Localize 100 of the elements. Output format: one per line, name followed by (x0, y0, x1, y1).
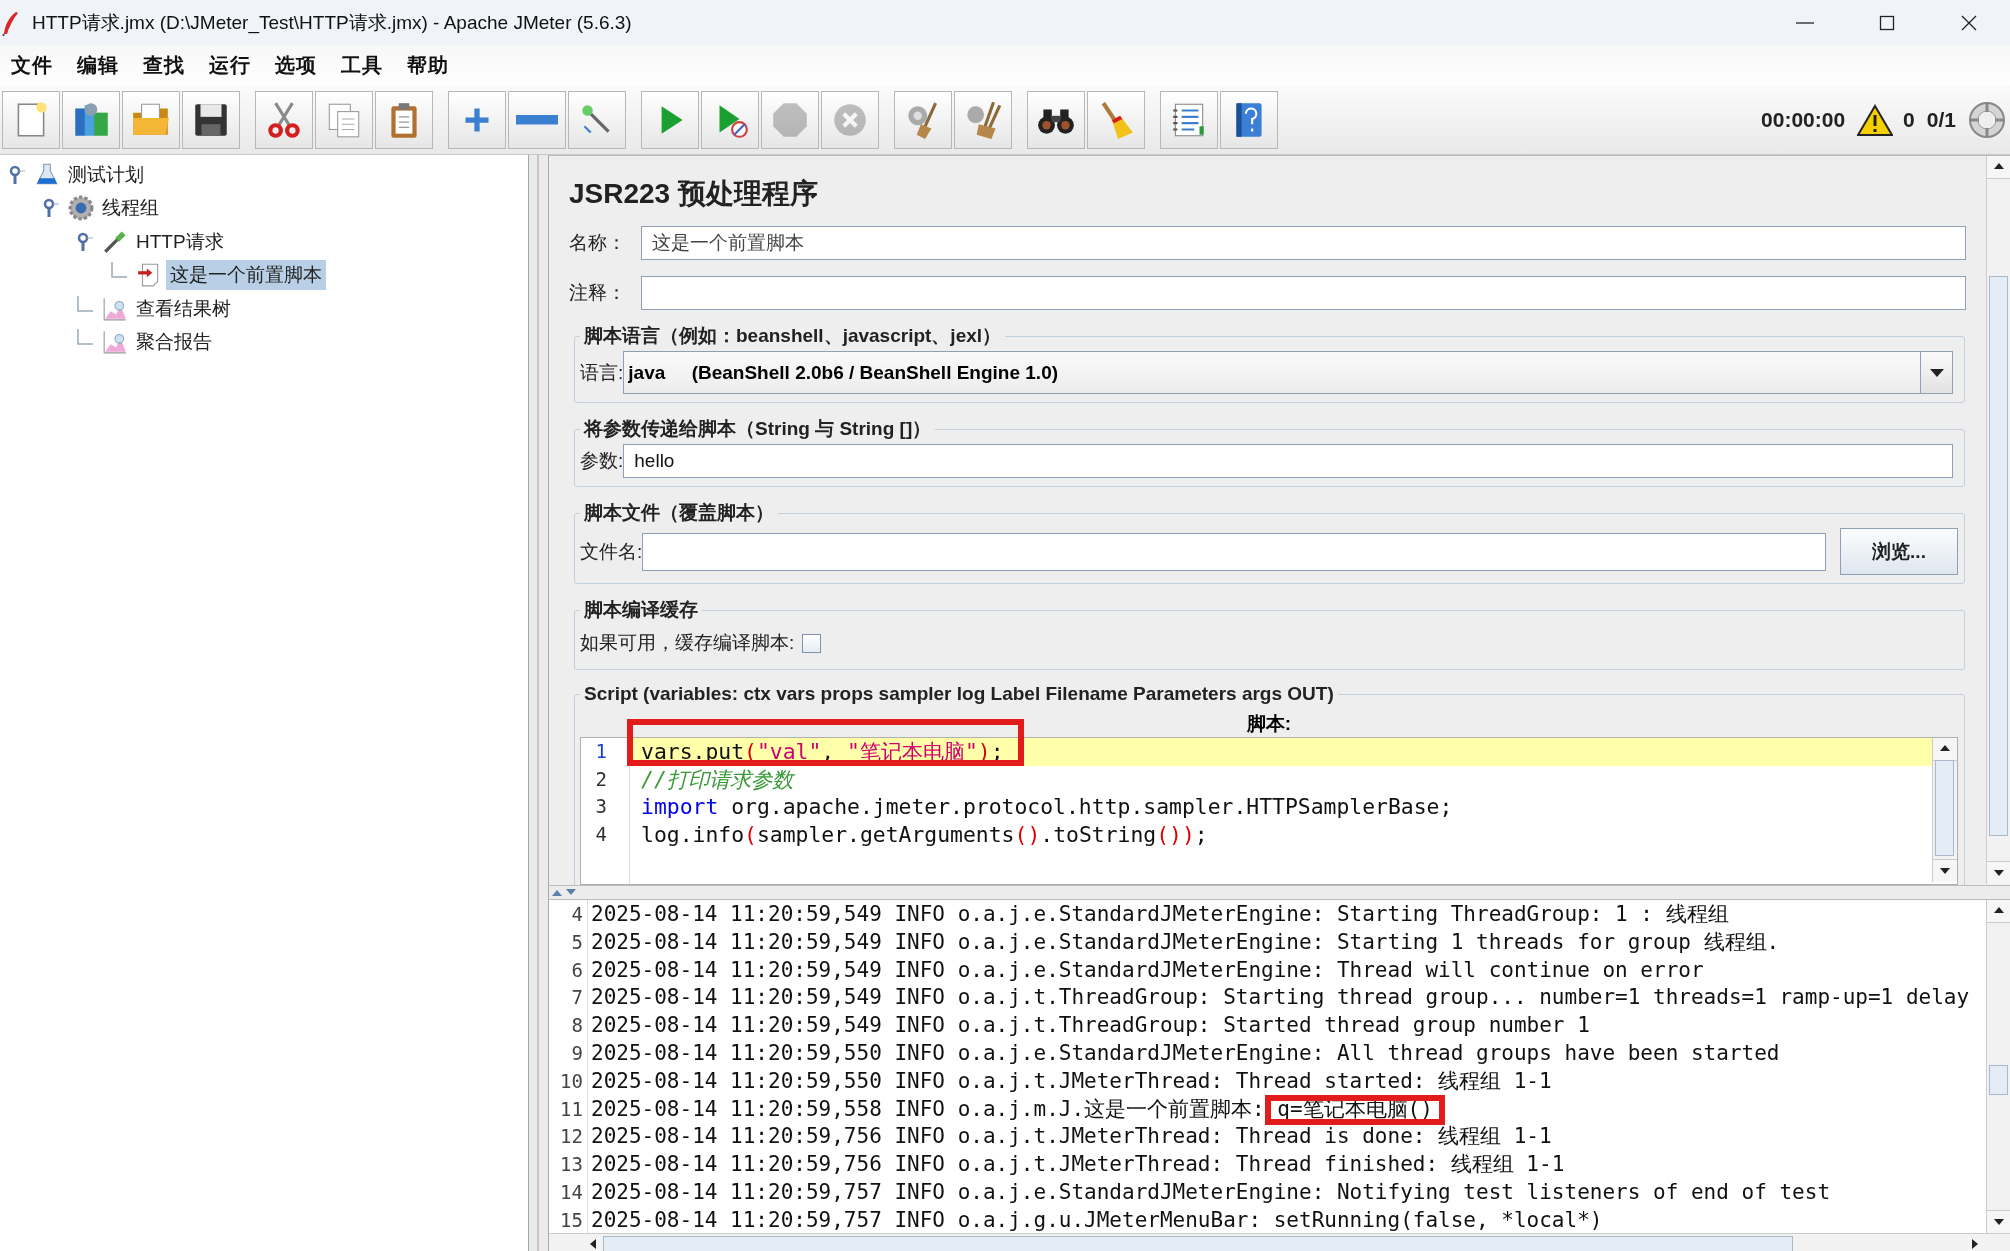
log-line: 2025-08-14 11:20:59,756 INFO o.a.j.t.JMeterThread: Thread finished: 线程组 1-1 (591, 1151, 1566, 1179)
menu-item[interactable]: 查找 (132, 51, 196, 79)
toolbar-button[interactable] (182, 90, 240, 149)
scroll-down-button[interactable] (1987, 1210, 2010, 1233)
menu-item[interactable]: 编辑 (66, 51, 130, 79)
scrollbar-thumb[interactable] (1989, 1065, 2008, 1095)
section-legend: 脚本语言（例如：beanshell、javascript、jexl） (580, 323, 1006, 349)
checkbox[interactable] (802, 633, 822, 653)
menu-item[interactable]: 文件 (0, 51, 64, 79)
section-legend: 脚本文件（覆盖脚本） (580, 500, 778, 526)
chart-icon (102, 295, 128, 322)
close-icon (1960, 13, 1978, 32)
tree-item[interactable]: 测试计划 (64, 159, 148, 190)
line-number: 13 (559, 1152, 584, 1178)
gear-icon (68, 195, 94, 222)
section-legend: 将参数传递给脚本（String 与 String []） (580, 416, 936, 442)
menu-item[interactable]: 工具 (330, 51, 394, 79)
section-legend: 脚本编译缓存 (580, 597, 702, 623)
line-number: 15 (559, 1207, 584, 1233)
parameters-field[interactable]: hello (623, 444, 1953, 478)
log-line: 2025-08-14 11:20:59,550 INFO o.a.j.e.StandardJMeterEngine: All thread groups have been started (591, 1040, 1781, 1067)
minimize-icon (1796, 21, 1814, 24)
log-line: 2025-08-14 11:20:59,549 INFO o.a.j.e.StandardJMeterEngine: Starting 1 threads for group 线程组. (591, 928, 1781, 956)
scroll-up-button[interactable] (1987, 900, 2010, 923)
line-number: 8 (570, 1013, 584, 1039)
editor-heading: 脚本: (1246, 712, 1292, 736)
code-line: //打印请求参数 (640, 765, 796, 793)
horizontal-scrollbar[interactable] (549, 1233, 2010, 1251)
line-number: 5 (570, 929, 584, 955)
line-number: 12 (559, 1124, 584, 1150)
line-number: 1 (594, 739, 608, 764)
log-line: 2025-08-14 11:20:59,549 INFO o.a.j.t.ThreadGroup: Starting thread group... number=1 threads=1 ramp-up=1 delay (591, 984, 1971, 1012)
toolbar-button[interactable] (1027, 90, 1085, 149)
log-line: 2025-08-14 11:20:59,549 INFO o.a.j.e.StandardJMeterEngine: Thread will continue on error (591, 956, 1705, 984)
panel-title: JSR223 预处理程序 (569, 177, 819, 211)
comment-field[interactable] (641, 276, 1966, 310)
code-line: log.info(sampler.getArguments().toString()); (640, 820, 1209, 848)
maximize-icon (1878, 13, 1896, 32)
tree-item[interactable]: HTTP请求 (132, 226, 228, 257)
dropdown-button[interactable] (1920, 351, 1953, 394)
browse-button[interactable]: 浏览... (1840, 528, 1958, 575)
tree-line (111, 262, 127, 279)
vertical-scrollbar[interactable] (1986, 156, 2010, 884)
expand-handle[interactable] (7, 164, 27, 185)
field-label: 名称： (569, 231, 627, 255)
menu-item[interactable]: 帮助 (396, 51, 460, 79)
line-number: 11 (559, 1096, 584, 1122)
scrollbar-thumb[interactable] (1989, 276, 2008, 836)
status-circle-icon (1968, 100, 2006, 139)
line-number: 6 (570, 957, 584, 983)
expand-handle[interactable] (41, 198, 61, 219)
log-line: 2025-08-14 11:20:59,549 INFO o.a.j.e.StandardJMeterEngine: Starting ThreadGroup: 1 : 线程组 (591, 901, 1730, 928)
scroll-up-button[interactable] (1987, 156, 2010, 179)
thread-count: 0/1 (1926, 107, 1956, 132)
log-line: 2025-08-14 11:20:59,756 INFO o.a.j.t.JMeterThread: Thread is done: 线程组 1-1 (591, 1123, 1553, 1151)
scroll-down-button[interactable] (1933, 859, 1957, 882)
language-dropdown[interactable]: java (BeanShell 2.0b6 / BeanShell Engine 1.0) (623, 351, 1920, 394)
tree-item[interactable]: 聚合报告 (132, 327, 216, 358)
toolbar-button[interactable] (1220, 90, 1278, 149)
section-legend: Script (variables: ctx vars props sampler log Label Filename Parameters args OUT) (580, 683, 1338, 705)
line-number: 3 (594, 794, 608, 819)
vertical-scrollbar[interactable] (1932, 738, 1957, 882)
name-field[interactable]: 这是一个前置脚本 (641, 226, 1966, 260)
minus-icon (516, 113, 558, 126)
tree-item[interactable]: 线程组 (98, 193, 163, 224)
log-line: 2025-08-14 11:20:59,549 INFO o.a.j.t.ThreadGroup: Started thread group number 1 (591, 1012, 1591, 1040)
log-line: 2025-08-14 11:20:59,550 INFO o.a.j.t.JMeterThread: Thread started: 线程组 1-1 (591, 1067, 1553, 1095)
split-down-icon[interactable] (565, 888, 577, 897)
checkbox-label: 如果可用，缓存编译脚本: (580, 631, 795, 655)
warning-icon[interactable] (1857, 103, 1894, 136)
line-number: 7 (570, 985, 584, 1011)
field-label: 注释： (569, 281, 627, 305)
tree-item[interactable]: 这是一个前置脚本 (166, 260, 326, 291)
menu-item[interactable]: 运行 (198, 51, 262, 79)
log-line: 2025-08-14 11:20:59,757 INFO o.a.j.e.StandardJMeterEngine: Notifying test listeners of end of test (591, 1178, 1832, 1206)
window-title: HTTP请求.jmx (D:\JMeter_Test\HTTP请求.jmx) - Apache JMeter (5.6.3) (32, 10, 632, 36)
file-name-field[interactable] (642, 532, 1826, 571)
elapsed-time: 00:00:00 (1761, 107, 1846, 132)
line-number: 2 (594, 766, 608, 792)
line-number: 10 (559, 1068, 584, 1094)
field-label: 参数: (580, 449, 624, 473)
tree-line (77, 295, 93, 312)
split-up-icon[interactable] (551, 888, 563, 897)
menu-item[interactable]: 选项 (264, 51, 328, 79)
line-number: 9 (570, 1041, 584, 1066)
scroll-up-button[interactable] (1933, 738, 1957, 761)
line-number: 4 (570, 902, 584, 927)
line-number: 4 (594, 821, 608, 847)
tree-item[interactable]: 查看结果树 (132, 293, 235, 324)
scroll-down-button[interactable] (1987, 861, 2010, 884)
code-line: import org.apache.jmeter.protocol.http.sampler.HTTPSamplerBase; (640, 793, 1454, 821)
vertical-scrollbar[interactable] (1986, 900, 2010, 1233)
line-number: 14 (559, 1179, 584, 1205)
caret-icon (1928, 367, 1945, 378)
scrollbar-thumb[interactable] (1935, 760, 1954, 856)
expand-handle[interactable] (75, 231, 95, 252)
scrollbar-thumb[interactable] (603, 1235, 1793, 1251)
chart-icon (102, 329, 128, 356)
log-line: 2025-08-14 11:20:59,757 INFO o.a.j.g.u.JMeterMenuBar: setRunning(false, *local*) (591, 1206, 1604, 1233)
tree-line (77, 329, 93, 346)
